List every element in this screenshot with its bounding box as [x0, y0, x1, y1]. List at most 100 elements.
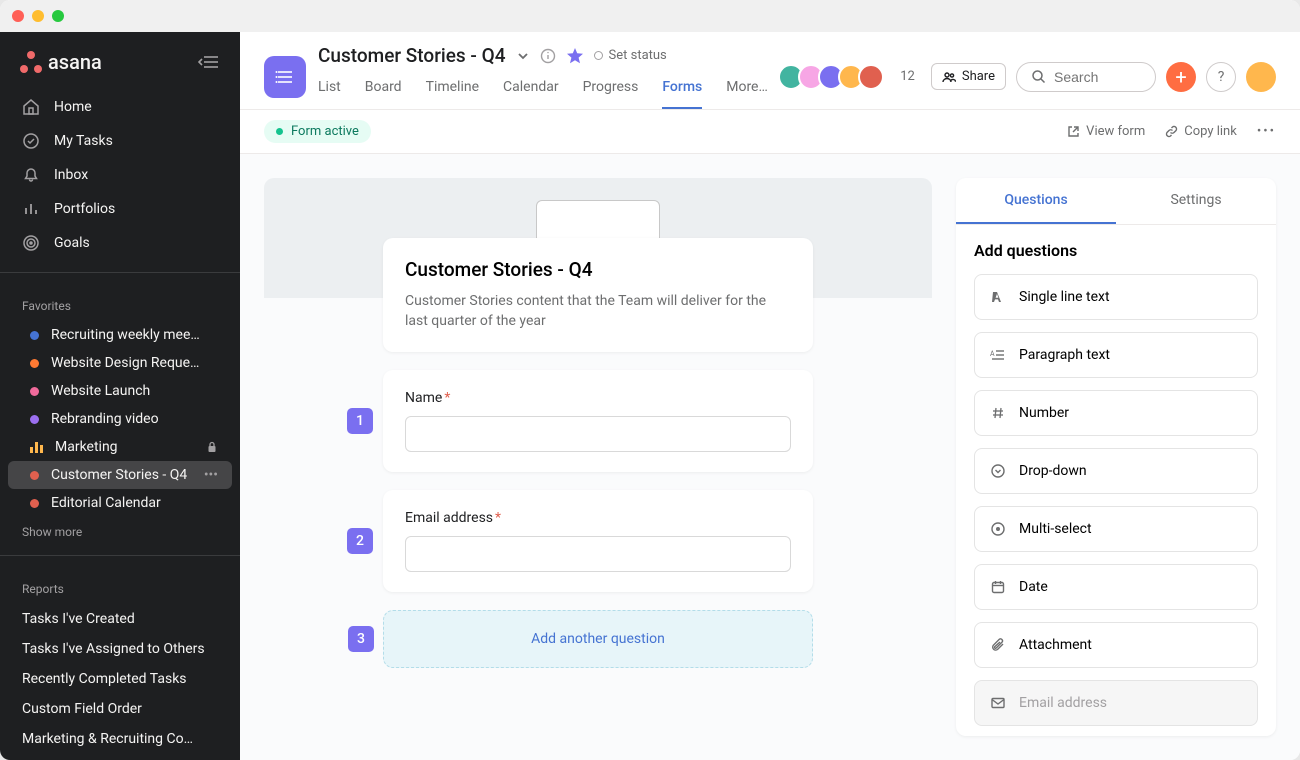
view-form-label: View form [1086, 124, 1145, 139]
envelope-icon [989, 695, 1007, 711]
search-box[interactable] [1016, 62, 1156, 92]
question-type-single-line-text[interactable]: Single line text [974, 274, 1258, 320]
color-dot-icon [30, 499, 39, 508]
question-type-label: Date [1019, 579, 1048, 595]
color-dot-icon [30, 415, 39, 424]
question-type-attachment[interactable]: Attachment [974, 622, 1258, 668]
tab-board[interactable]: Board [365, 71, 402, 109]
project-icon [264, 56, 306, 98]
tab-timeline[interactable]: Timeline [426, 71, 479, 109]
tab-progress[interactable]: Progress [583, 71, 639, 109]
question-label: Email address* [405, 510, 791, 526]
report-item[interactable]: Tasks I've Assigned to Others [0, 634, 240, 664]
create-button[interactable]: + [1166, 62, 1196, 92]
question-input-preview [405, 416, 791, 452]
sidebar: asana HomeMy TasksInbox Portfolios Goals F… [0, 32, 240, 760]
brand-logo[interactable]: asana [20, 50, 102, 74]
favorite-label: Website Design Reque… [51, 355, 199, 371]
sidebar-nav-home[interactable]: Home [8, 90, 232, 124]
form-side-panel: QuestionsSettings Add questions Single l… [956, 178, 1276, 736]
window-titlebar [0, 0, 1300, 32]
tab-list[interactable]: List [318, 71, 341, 109]
project-title: Customer Stories - Q4 [318, 44, 506, 67]
favorite-item[interactable]: Recruiting weekly mee… [8, 321, 232, 349]
view-form-link[interactable]: View form [1067, 124, 1145, 139]
favorite-item[interactable]: Editorial Calendar [8, 489, 232, 517]
form-status-label: Form active [291, 124, 359, 139]
star-icon[interactable] [566, 47, 584, 65]
form-title: Customer Stories - Q4 [405, 258, 791, 281]
favorites-heading: Favorites [0, 281, 240, 321]
question-type-label: Drop-down [1019, 463, 1087, 479]
text-icon [989, 289, 1007, 305]
window-close[interactable] [12, 10, 24, 22]
more-icon[interactable]: ••• [204, 467, 218, 483]
window-minimize[interactable] [32, 10, 44, 22]
sidebar-nav-goals[interactable]: Goals [8, 226, 232, 260]
report-item[interactable]: Marketing & Recruiting Co… [0, 724, 240, 754]
panel-tab-settings[interactable]: Settings [1116, 178, 1276, 224]
target-icon [22, 234, 40, 252]
question-number: 1 [347, 408, 373, 434]
set-status-button[interactable]: Set status [594, 48, 667, 63]
sidebar-nav-my-tasks[interactable]: My Tasks [8, 124, 232, 158]
report-item[interactable]: Recently Completed Tasks [0, 664, 240, 694]
favorite-label: Website Launch [51, 383, 150, 399]
member-avatar[interactable] [858, 64, 884, 90]
form-question-card[interactable]: 2 Email address* [383, 490, 813, 592]
question-type-date[interactable]: Date [974, 564, 1258, 610]
tab-more[interactable]: More… [726, 71, 768, 109]
sidebar-nav-portfolios[interactable]: Portfolios [8, 192, 232, 226]
question-number: 3 [348, 626, 374, 652]
sidebar-nav-label: Goals [54, 235, 90, 251]
favorite-item[interactable]: Rebranding video [8, 405, 232, 433]
color-dot-icon [30, 359, 39, 368]
sidebar-nav-label: Portfolios [54, 201, 115, 217]
brand-name: asana [48, 50, 102, 74]
report-item[interactable]: Tasks I've Created [0, 604, 240, 634]
report-item[interactable]: Custom Field Order [0, 694, 240, 724]
favorite-item[interactable]: Website Design Reque… [8, 349, 232, 377]
favorite-item[interactable]: Website Launch [8, 377, 232, 405]
form-description: Customer Stories content that the Team w… [405, 291, 791, 332]
help-button[interactable]: ? [1206, 62, 1236, 92]
current-user-avatar[interactable] [1246, 62, 1276, 92]
question-input-preview [405, 536, 791, 572]
form-status-badge: Form active [264, 120, 371, 143]
share-label: Share [962, 69, 995, 84]
question-type-paragraph-text[interactable]: A Paragraph text [974, 332, 1258, 378]
more-menu[interactable]: ••• [1257, 124, 1276, 139]
add-question-label: Add another question [531, 631, 665, 647]
tab-forms[interactable]: Forms [662, 71, 702, 109]
show-more-favorites[interactable]: Show more [0, 517, 240, 547]
color-dot-icon [30, 331, 39, 340]
member-avatars[interactable] [784, 64, 884, 90]
search-input[interactable] [1054, 69, 1134, 85]
sidebar-nav-inbox[interactable]: Inbox [8, 158, 232, 192]
question-type-label: Paragraph text [1019, 347, 1110, 363]
set-status-label: Set status [609, 48, 667, 63]
favorite-label: Recruiting weekly mee… [51, 327, 200, 343]
svg-text:A: A [990, 350, 995, 358]
share-button[interactable]: Share [931, 63, 1006, 90]
favorite-item[interactable]: Customer Stories - Q4••• [8, 461, 232, 489]
project-menu-chevron-icon[interactable] [516, 49, 530, 63]
question-type-label: Single line text [1019, 289, 1110, 305]
question-type-number[interactable]: Number [974, 390, 1258, 436]
collapse-sidebar-button[interactable] [198, 54, 220, 70]
paperclip-icon [989, 637, 1007, 653]
member-count: 12 [900, 69, 915, 84]
question-type-multi-select[interactable]: Multi-select [974, 506, 1258, 552]
info-icon[interactable] [540, 48, 556, 64]
panel-tab-questions[interactable]: Questions [956, 178, 1116, 224]
add-question-button[interactable]: 3 Add another question [383, 610, 813, 668]
form-header-card[interactable]: Customer Stories - Q4 Customer Stories c… [383, 238, 813, 352]
window-zoom[interactable] [52, 10, 64, 22]
copy-link[interactable]: Copy link [1165, 124, 1237, 139]
favorite-item[interactable]: Marketing [8, 433, 232, 461]
add-questions-heading: Add questions [974, 241, 1258, 260]
question-type-drop-down[interactable]: Drop-down [974, 448, 1258, 494]
form-question-card[interactable]: 1 Name* [383, 370, 813, 472]
tab-calendar[interactable]: Calendar [503, 71, 559, 109]
question-number: 2 [347, 528, 373, 554]
